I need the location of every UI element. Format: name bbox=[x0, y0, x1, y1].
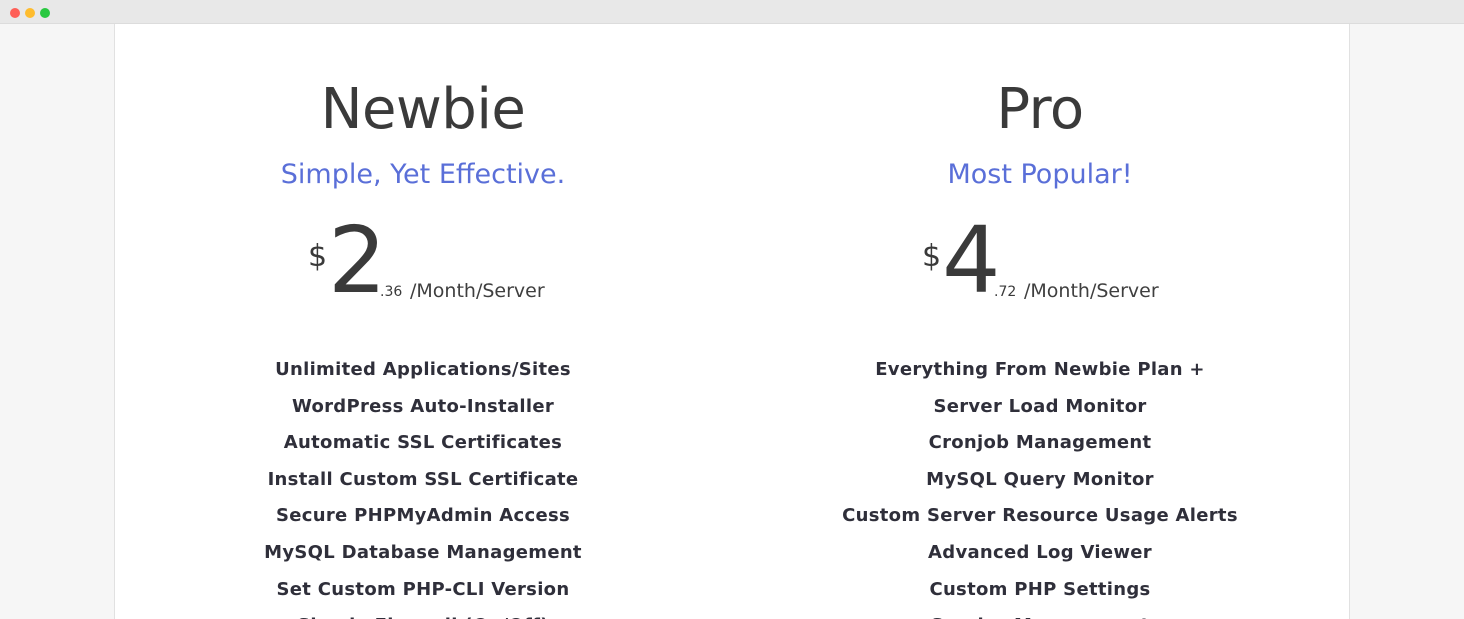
feature-item: Secure PHPMyAdmin Access bbox=[275, 505, 571, 527]
feature-item: Unlimited Applications/Sites bbox=[275, 359, 571, 380]
maximize-window-button[interactable] bbox=[40, 8, 50, 18]
feature-item: Simple Firewall (On/Off) bbox=[163, 608, 683, 619]
price-cents: .36 bbox=[380, 284, 403, 300]
plan-name: Newbie bbox=[320, 77, 526, 142]
plan-price: $ 4 .72 /Month/Server bbox=[780, 207, 1300, 314]
feature-item: WordPress Auto-Installer bbox=[291, 395, 555, 417]
feature-list: Everything From Newbie Plan + Server Loa… bbox=[780, 352, 1300, 619]
feature-item: Custom PHP Settings bbox=[929, 578, 1151, 600]
price-amount: 4 bbox=[942, 207, 1001, 314]
price-period: /Month/Server bbox=[1024, 280, 1159, 302]
price-currency: $ bbox=[308, 239, 328, 274]
window-titlebar bbox=[0, 0, 1464, 24]
price-cents: .72 bbox=[994, 284, 1017, 300]
minimize-window-button[interactable] bbox=[25, 8, 35, 18]
browser-window: Newbie Simple, Yet Effective. $ 2 .36 /M… bbox=[0, 0, 1464, 619]
feature-item: MySQL Query Monitor bbox=[926, 468, 1154, 490]
feature-item: MySQL Database Management bbox=[264, 541, 582, 563]
plan-tagline: Most Popular! bbox=[947, 159, 1133, 190]
pricing-section: Newbie Simple, Yet Effective. $ 2 .36 /M… bbox=[114, 24, 1350, 619]
feature-item: Set Custom PHP-CLI Version bbox=[276, 578, 570, 600]
feature-item: Automatic SSL Certificates bbox=[283, 432, 563, 454]
feature-item: Everything From Newbie Plan + bbox=[875, 359, 1205, 380]
close-window-button[interactable] bbox=[10, 8, 20, 18]
feature-list: Unlimited Applications/Sites WordPress A… bbox=[163, 352, 683, 619]
feature-item: Cronjob Management bbox=[928, 432, 1152, 454]
price-amount: 2 bbox=[328, 207, 387, 314]
feature-item: Server Load Monitor bbox=[933, 395, 1147, 417]
feature-item: Install Custom SSL Certificate bbox=[267, 468, 579, 490]
feature-item: Advanced Log Viewer bbox=[928, 541, 1152, 563]
feature-item: Custom Server Resource Usage Alerts bbox=[842, 505, 1238, 527]
plan-tagline: Simple, Yet Effective. bbox=[280, 159, 566, 190]
plan-price: $ 2 .36 /Month/Server bbox=[163, 207, 683, 314]
plan-name: Pro bbox=[996, 77, 1084, 142]
price-currency: $ bbox=[922, 239, 942, 274]
price-period: /Month/Server bbox=[410, 280, 545, 302]
feature-item: Service Management bbox=[780, 608, 1300, 619]
